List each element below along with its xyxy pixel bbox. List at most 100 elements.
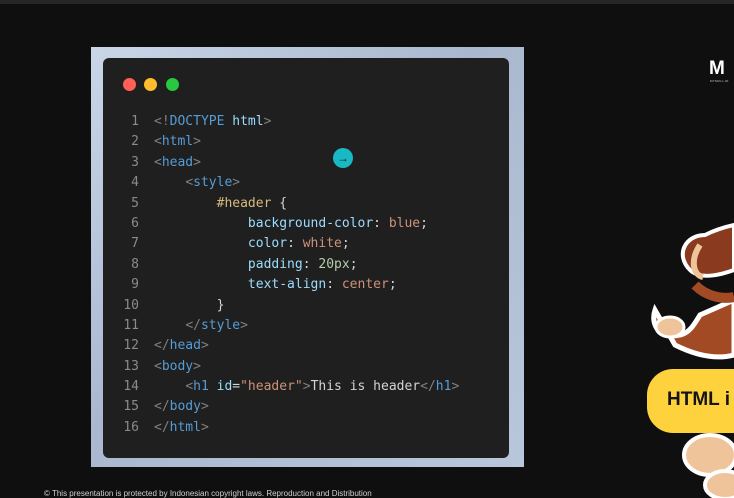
line-number: 16: [123, 419, 139, 435]
code-text: <style>: [154, 173, 240, 193]
code-line: 15 </body>: [103, 397, 509, 417]
code-token: h1: [193, 379, 209, 395]
code-line: 11 </style>: [103, 316, 509, 336]
copyright-footer: © This presentation is protected by Indo…: [44, 489, 372, 498]
close-dot-icon: [123, 78, 136, 91]
line-number: 7: [131, 236, 139, 252]
code-line: 7 color: white;: [103, 234, 509, 254]
code-text: </html>: [154, 418, 209, 438]
code-token: text-align: [247, 277, 327, 293]
top-bar: [0, 0, 734, 4]
code-token: html: [161, 134, 194, 150]
code-token: html: [169, 419, 201, 435]
code-token: "header": [240, 379, 303, 395]
code-token: :: [373, 215, 389, 231]
code-token: style: [200, 317, 241, 333]
line-number: 1: [131, 114, 139, 129]
code-text: <h1 id="header">This is header</h1>: [154, 377, 459, 397]
code-token: color: [247, 236, 288, 252]
code-token: <: [154, 134, 162, 150]
code-token: >: [200, 338, 209, 354]
code-line: 1 <!DOCTYPE html>: [103, 112, 509, 132]
code-token: >: [302, 379, 311, 395]
code-token: <: [154, 358, 162, 374]
code-token: DOCTYPE: [169, 114, 225, 129]
line-number: 2: [131, 134, 139, 150]
code-text: padding: 20px;: [154, 255, 358, 275]
code-token: ;: [420, 215, 428, 231]
code-token: 20px: [318, 256, 350, 272]
code-token: :: [302, 256, 319, 272]
code-token: id: [216, 379, 233, 395]
code-token: This is header: [310, 379, 421, 395]
code-line: 2 <html>: [103, 132, 509, 152]
code-token: >: [240, 317, 248, 333]
line-number: 14: [123, 379, 139, 395]
code-line: 16 </html>: [103, 418, 509, 438]
code-token: </: [154, 419, 170, 435]
code-token: </: [185, 317, 201, 333]
code-token: >: [200, 419, 209, 435]
code-token: =: [232, 379, 241, 395]
line-number: 4: [131, 175, 139, 191]
html-topic-badge-text: HTML i: [667, 389, 730, 410]
code-token: body: [169, 399, 201, 415]
brand-logo-subtext: MYSKILL.ID: [710, 79, 729, 83]
arrow-right-icon[interactable]: →: [333, 148, 353, 168]
code-token: <!: [154, 114, 170, 129]
html-topic-badge: HTML i: [647, 369, 734, 433]
code-token: head: [161, 154, 194, 170]
line-number: 15: [123, 399, 139, 415]
code-token: <: [185, 175, 194, 191]
line-number: 8: [131, 256, 139, 272]
code-line: 3 <head>: [103, 153, 509, 173]
code-token: :: [287, 236, 303, 252]
line-number: 3: [131, 154, 139, 170]
code-line: 10 }: [103, 296, 509, 316]
code-line: 8 padding: 20px;: [103, 255, 509, 275]
code-token: >: [232, 175, 241, 191]
code-text: background-color: blue;: [154, 214, 428, 234]
code-token: ;: [349, 256, 358, 272]
code-line: 14 <h1 id="header">This is header</h1>: [103, 377, 509, 397]
code-line: 6 background-color: blue;: [103, 214, 509, 234]
line-number: 10: [123, 297, 139, 313]
code-token: h1: [435, 379, 452, 395]
code-token: center: [341, 277, 389, 293]
code-line: 9 text-align: center;: [103, 275, 509, 295]
code-text: </body>: [154, 397, 209, 417]
code-line: 5 #header {: [103, 194, 509, 214]
code-text: text-align: center;: [154, 275, 397, 295]
code-token: head: [169, 338, 201, 354]
code-token: body: [161, 358, 194, 374]
code-token: padding: [247, 256, 303, 272]
code-line: 12 </head>: [103, 336, 509, 356]
code-token: >: [263, 114, 272, 129]
code-token: {: [271, 195, 288, 211]
code-text: #header {: [154, 194, 287, 214]
code-token: <: [185, 379, 194, 395]
code-token: >: [451, 379, 460, 395]
code-token: </: [420, 379, 436, 395]
code-text: <body>: [154, 357, 201, 377]
code-token: }: [154, 297, 225, 313]
code-token: background-color: [247, 215, 374, 231]
code-line: 13 <body>: [103, 357, 509, 377]
code-text: <html>: [154, 132, 201, 152]
code-token: white: [302, 236, 342, 252]
code-token: </: [154, 338, 170, 354]
line-number: 13: [123, 358, 139, 374]
brand-logo: M: [709, 58, 725, 79]
code-token: blue: [388, 215, 421, 231]
line-number: 12: [123, 338, 139, 354]
line-number: 5: [131, 195, 139, 211]
code-token: >: [200, 399, 209, 415]
line-number: 9: [131, 277, 139, 293]
